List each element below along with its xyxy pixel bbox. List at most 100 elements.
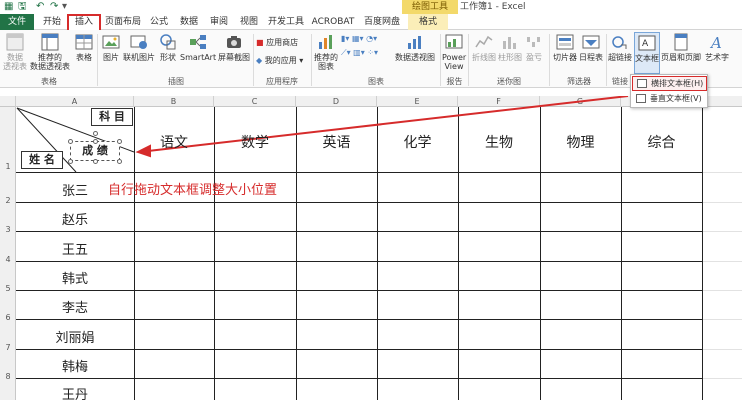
power-view-label: Power View (442, 53, 467, 71)
sparkline-column-icon (503, 37, 516, 49)
hyperlink-label: 超链接 (608, 53, 632, 62)
smartart-button[interactable]: SmartArt (180, 33, 216, 62)
chart-type-icons-row2[interactable]: ⟋▾ ▥▾ ⁘▾ (341, 48, 378, 58)
online-picture-icon (130, 35, 147, 49)
pivot-table-label: 数据 透视表 (3, 53, 27, 71)
recommended-charts-icon (319, 35, 332, 49)
sparkline-winloss-icon (527, 37, 540, 47)
online-picture-button[interactable]: 联机图片 (122, 33, 156, 62)
svg-text:A: A (709, 34, 722, 51)
tab-format[interactable]: 格式 (408, 14, 448, 30)
vertical-textbox-option[interactable]: 垂直文本框(V) (632, 92, 707, 107)
chevron-down-icon: ▾ (299, 56, 304, 65)
header-footer-button[interactable]: 页眉和页脚 (661, 33, 701, 62)
my-apps-button[interactable]: ◆ 我的应用 ▾ (256, 56, 303, 66)
sparkline-line-icon (475, 35, 493, 48)
worksheet[interactable]: A B C D E F G H 1 2 3 4 5 6 7 8 (0, 96, 742, 400)
undo-icon[interactable]: ↶ (36, 1, 44, 13)
name-cell[interactable]: 刘丽娟 (16, 327, 134, 346)
resize-handle[interactable] (93, 139, 98, 144)
shapes-button[interactable]: 形状 (156, 33, 180, 62)
power-view-button[interactable]: Power View (442, 33, 466, 71)
tab-baidu[interactable]: 百度网盘 (360, 14, 404, 30)
hyperlink-icon (612, 36, 627, 49)
statistic-chart-icon: ▥▾ (353, 48, 365, 57)
resize-handle[interactable] (117, 159, 122, 164)
smartart-label: SmartArt (180, 53, 217, 62)
tab-formulas[interactable]: 公式 (146, 14, 172, 30)
textbox-score[interactable]: 成 绩 (70, 141, 120, 161)
timeline-label: 日程表 (579, 53, 603, 62)
resize-handle[interactable] (117, 139, 122, 144)
chart-type-icons-row1[interactable]: ▮▾ ▦▾ ◔▾ (341, 34, 377, 44)
sparkline-line-button[interactable]: 折线图 (471, 33, 497, 62)
tab-data[interactable]: 数据 (176, 14, 202, 30)
tab-file[interactable]: 文件 (0, 14, 34, 30)
table-button[interactable]: 表格 (72, 33, 96, 62)
sparkline-winloss-button[interactable]: 盈亏 (523, 33, 545, 62)
store-icon: ■ (256, 38, 264, 47)
drawing-tools-label: 绘图工具 (402, 0, 458, 14)
group-tables-label: 表格 (41, 77, 57, 86)
hierarchy-chart-icon: ▦▾ (351, 34, 364, 43)
tab-view[interactable]: 视图 (236, 14, 262, 30)
recommended-pivot-button[interactable]: 推荐的 数据透视表 (28, 33, 72, 71)
ribbon-tabs: 文件 开始 插入 页面布局 公式 数据 审阅 视图 开发工具 ACROBAT 百… (0, 14, 742, 30)
name-cell[interactable]: 王丹 (16, 384, 134, 400)
redo-icon[interactable]: ↷ (50, 1, 58, 13)
group-charts-label: 图表 (368, 77, 384, 86)
customize-qat-icon[interactable]: ▾ (62, 1, 67, 13)
tab-page-layout[interactable]: 页面布局 (103, 14, 143, 30)
textbox-name[interactable]: 姓 名 (21, 151, 63, 169)
group-separator (606, 34, 607, 86)
excel-logo-icon: ▦ (4, 1, 14, 12)
textbox-subject[interactable]: 科 目 (91, 108, 133, 126)
wordart-button[interactable]: A 艺术字 (702, 33, 732, 62)
header-physics: 物理 (566, 135, 595, 151)
slicer-button[interactable]: 切片器 (552, 33, 578, 62)
app-store-button[interactable]: ■ 应用商店 (256, 38, 298, 48)
group-links-label: 链接 (612, 77, 628, 86)
hyperlink-button[interactable]: 超链接 (608, 33, 632, 62)
name-cell[interactable]: 王五 (16, 239, 134, 258)
resize-handle[interactable] (93, 159, 98, 164)
shapes-icon (160, 34, 176, 50)
group-reports-label: 报告 (446, 77, 463, 86)
tab-insert[interactable]: 插入 (67, 14, 101, 30)
pivot-chart-button[interactable]: 数据透视图 (395, 33, 435, 62)
resize-handle[interactable] (68, 139, 73, 144)
save-icon[interactable]: 🖫 (18, 1, 27, 13)
group-separator (549, 34, 550, 86)
group-sparklines-label: 迷你图 (497, 77, 521, 86)
header-chinese: 语文 (160, 135, 188, 151)
timeline-button[interactable]: 日程表 (578, 33, 604, 62)
svg-text:A: A (642, 39, 649, 49)
tab-acrobat[interactable]: ACROBAT (310, 14, 356, 30)
slicer-label: 切片器 (553, 53, 577, 62)
name-cell[interactable]: 韩梅 (16, 356, 134, 375)
pivot-table-button[interactable]: 数据 透视表 (2, 33, 28, 71)
group-illustrations-label: 插图 (168, 77, 184, 86)
tab-home[interactable]: 开始 (38, 14, 66, 30)
tab-review[interactable]: 审阅 (206, 14, 232, 30)
line-chart-icon: ⟋▾ (341, 48, 351, 57)
group-separator (311, 34, 312, 86)
sparkline-column-button[interactable]: 柱形图 (497, 33, 523, 62)
header-footer-label: 页眉和页脚 (661, 53, 701, 62)
screenshot-label: 屏幕截图 (218, 53, 250, 62)
recommended-charts-button[interactable]: 推荐的 图表 (313, 33, 339, 71)
picture-button[interactable]: 图片 (100, 33, 122, 62)
tab-developer[interactable]: 开发工具 (266, 14, 306, 30)
window-title: 工作簿1 - Excel (460, 2, 526, 12)
horizontal-textbox-option[interactable]: 横排文本框(H) (632, 76, 707, 91)
pivot-table-icon (6, 33, 24, 51)
name-cell[interactable]: 赵乐 (16, 209, 134, 228)
rotate-handle[interactable] (93, 131, 98, 136)
resize-handle[interactable] (68, 159, 73, 164)
recommended-charts-label: 推荐的 图表 (314, 53, 338, 71)
name-cell[interactable]: 韩式 (16, 268, 134, 287)
name-cell[interactable]: 李志 (16, 297, 134, 316)
header-biology: 生物 (485, 135, 513, 151)
textbox-button[interactable]: A 文本框 (634, 32, 660, 74)
screenshot-button[interactable]: 屏幕截图 (216, 33, 252, 62)
